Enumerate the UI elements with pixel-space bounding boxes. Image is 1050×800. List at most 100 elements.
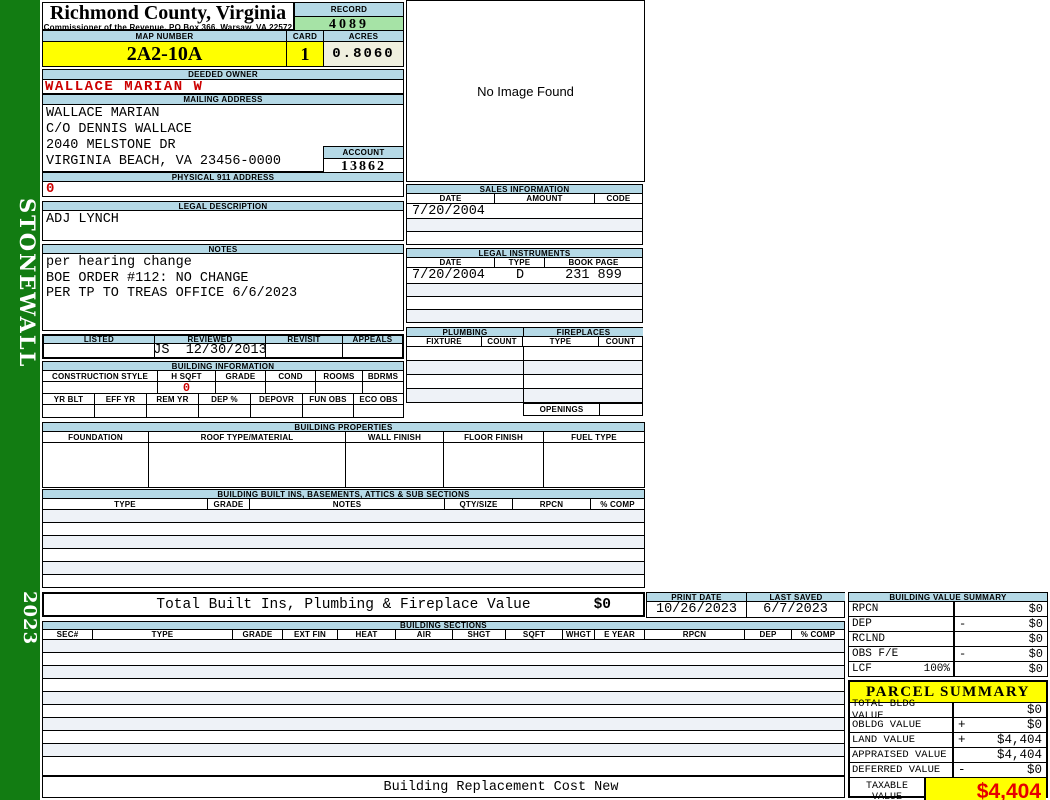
built-ins-total-row: Total Built Ins, Plumbing & Fireplace Va… xyxy=(42,592,645,617)
notes-box[interactable]: per hearing change BOE ORDER #112: NO CH… xyxy=(42,254,404,331)
built-ins-title: BUILDING BUILT INS, BASEMENTS, ATTICS & … xyxy=(42,489,645,499)
parcel-value[interactable]: $4,404 xyxy=(997,733,1042,747)
openings-value[interactable] xyxy=(599,403,643,416)
county-header: Richmond County, Virginia Commissioner o… xyxy=(42,2,294,32)
listed-value[interactable] xyxy=(44,344,155,357)
taxable-row: TAXABLE VALUE $4,404 xyxy=(850,778,1046,800)
wall-finish-value[interactable] xyxy=(346,443,444,487)
print-date-value: 10/26/2023 xyxy=(647,602,747,617)
rooms-value[interactable] xyxy=(316,382,363,393)
rooms-label: ROOMS xyxy=(316,371,363,381)
bvs-value[interactable]: $0 xyxy=(1029,602,1043,616)
parcel-label: LAND VALUE xyxy=(850,733,954,747)
parcel-value[interactable]: $0 xyxy=(1027,763,1042,777)
parcel-value[interactable]: $0 xyxy=(1027,718,1042,732)
sec-dep-label: DEP xyxy=(745,630,792,639)
mailing-address-line: WALLACE MARIAN xyxy=(46,106,160,121)
parcel-value[interactable]: $4,404 xyxy=(997,748,1042,762)
eco-obs-value[interactable] xyxy=(354,405,403,417)
construction-style-label: CONSTRUCTION STYLE xyxy=(43,371,158,381)
district-name: STONEWALL xyxy=(15,197,40,369)
acres-value[interactable]: 0.8060 xyxy=(324,42,403,66)
parcel-label: DEFERRED VALUE xyxy=(850,763,954,777)
physical-911-value[interactable]: 0 xyxy=(42,181,404,197)
empty-row xyxy=(43,549,644,562)
foundation-value[interactable] xyxy=(43,443,149,487)
empty-row xyxy=(407,361,642,375)
bvs-row: LCF 100% $0 xyxy=(849,662,1047,676)
revisit-value[interactable] xyxy=(266,344,343,357)
bi-grade-label: GRADE xyxy=(208,499,250,509)
bi-type-label: TYPE xyxy=(43,499,208,509)
empty-row xyxy=(43,523,644,536)
sales-row[interactable]: 7/20/2004 xyxy=(406,204,643,219)
eff-yr-value[interactable] xyxy=(95,405,147,417)
bvs-value[interactable]: $0 xyxy=(1029,647,1043,661)
bvs-label: LCF xyxy=(852,663,872,675)
map-number-value[interactable]: 2A2-10A xyxy=(43,42,287,66)
depovr-value[interactable] xyxy=(251,405,303,417)
parcel-op: + xyxy=(958,718,966,732)
bi-rpcn-label: RPCN xyxy=(513,499,591,509)
sales-code-label: CODE xyxy=(595,194,642,203)
legal-description-value[interactable]: ADJ LYNCH xyxy=(42,211,404,241)
legal-instrument-row[interactable]: 7/20/2004 D 231 899 xyxy=(406,268,643,284)
cond-value[interactable] xyxy=(266,382,316,393)
floor-finish-label: FLOOR FINISH xyxy=(444,432,544,442)
map-card-acres-headers: MAP NUMBER CARD ACRES xyxy=(42,30,404,42)
yr-blt-value[interactable] xyxy=(43,405,95,417)
fuel-type-value[interactable] xyxy=(544,443,644,487)
dep-pct-value[interactable] xyxy=(199,405,251,417)
construction-style-value[interactable] xyxy=(43,382,158,393)
bvs-value[interactable]: $0 xyxy=(1029,662,1043,676)
hsqft-value[interactable]: 0 xyxy=(158,382,216,393)
building-properties-headers: FOUNDATION ROOF TYPE/MATERIAL WALL FINIS… xyxy=(42,432,645,443)
empty-row xyxy=(43,575,644,587)
bvs-value[interactable]: $0 xyxy=(1029,617,1043,631)
legal-instruments-headers: DATE TYPE BOOK PAGE xyxy=(406,258,643,268)
sec-shgt-label: SHGT xyxy=(453,630,506,639)
building-information-title: BUILDING INFORMATION xyxy=(42,361,404,371)
grade-value[interactable] xyxy=(216,382,266,393)
floor-finish-value[interactable] xyxy=(444,443,544,487)
fixture-label: FIXTURE xyxy=(407,337,482,346)
empty-row xyxy=(43,718,844,731)
parcel-value[interactable]: $0 xyxy=(1027,703,1042,717)
reviewed-label: REVIEWED xyxy=(155,336,266,343)
openings-label: OPENINGS xyxy=(523,403,600,416)
fuel-type-label: FUEL TYPE xyxy=(544,432,644,442)
bvs-label: RCLND xyxy=(852,633,886,645)
rem-yr-value[interactable] xyxy=(147,405,199,417)
parcel-row: LAND VALUE + $4,404 xyxy=(850,733,1046,748)
empty-row xyxy=(43,536,644,549)
card-value[interactable]: 1 xyxy=(287,42,324,66)
building-info-values-2 xyxy=(42,405,404,418)
review-values: JS 12/30/2013 xyxy=(42,344,404,359)
building-value-summary-title: BUILDING VALUE SUMMARY xyxy=(848,592,1048,602)
fireplace-count-label: COUNT xyxy=(599,337,642,346)
parcel-label: APPRAISED VALUE xyxy=(850,748,954,762)
empty-row xyxy=(406,232,643,245)
built-ins-total-value[interactable]: $0 xyxy=(594,597,611,613)
roof-type-value[interactable] xyxy=(149,443,346,487)
fun-obs-value[interactable] xyxy=(303,405,354,417)
deeded-owner-value[interactable]: WALLACE MARIAN W xyxy=(42,79,404,95)
taxable-value[interactable]: $4,404 xyxy=(926,778,1046,800)
building-sections-footer: Building Replacement Cost New xyxy=(42,776,845,798)
bdrms-value[interactable] xyxy=(363,382,403,393)
plumbing-count-label: COUNT xyxy=(482,337,523,346)
eco-obs-label: ECO OBS xyxy=(354,394,403,404)
legal-description-label: LEGAL DESCRIPTION xyxy=(42,201,404,211)
li-date-value: 7/20/2004 xyxy=(412,268,485,283)
bi-comp-label: % COMP xyxy=(591,499,644,509)
mailing-address-line: C/O DENNIS WALLACE xyxy=(46,122,192,137)
appeals-value[interactable] xyxy=(343,344,402,357)
reviewed-value[interactable]: JS 12/30/2013 xyxy=(155,344,266,357)
empty-row xyxy=(43,705,844,718)
account-label: ACCOUNT xyxy=(323,146,404,159)
empty-row xyxy=(43,757,844,775)
li-date-label: DATE xyxy=(407,258,495,267)
bvs-value[interactable]: $0 xyxy=(1029,632,1043,646)
bvs-op: - xyxy=(959,617,967,631)
sec-grade-label: GRADE xyxy=(233,630,283,639)
